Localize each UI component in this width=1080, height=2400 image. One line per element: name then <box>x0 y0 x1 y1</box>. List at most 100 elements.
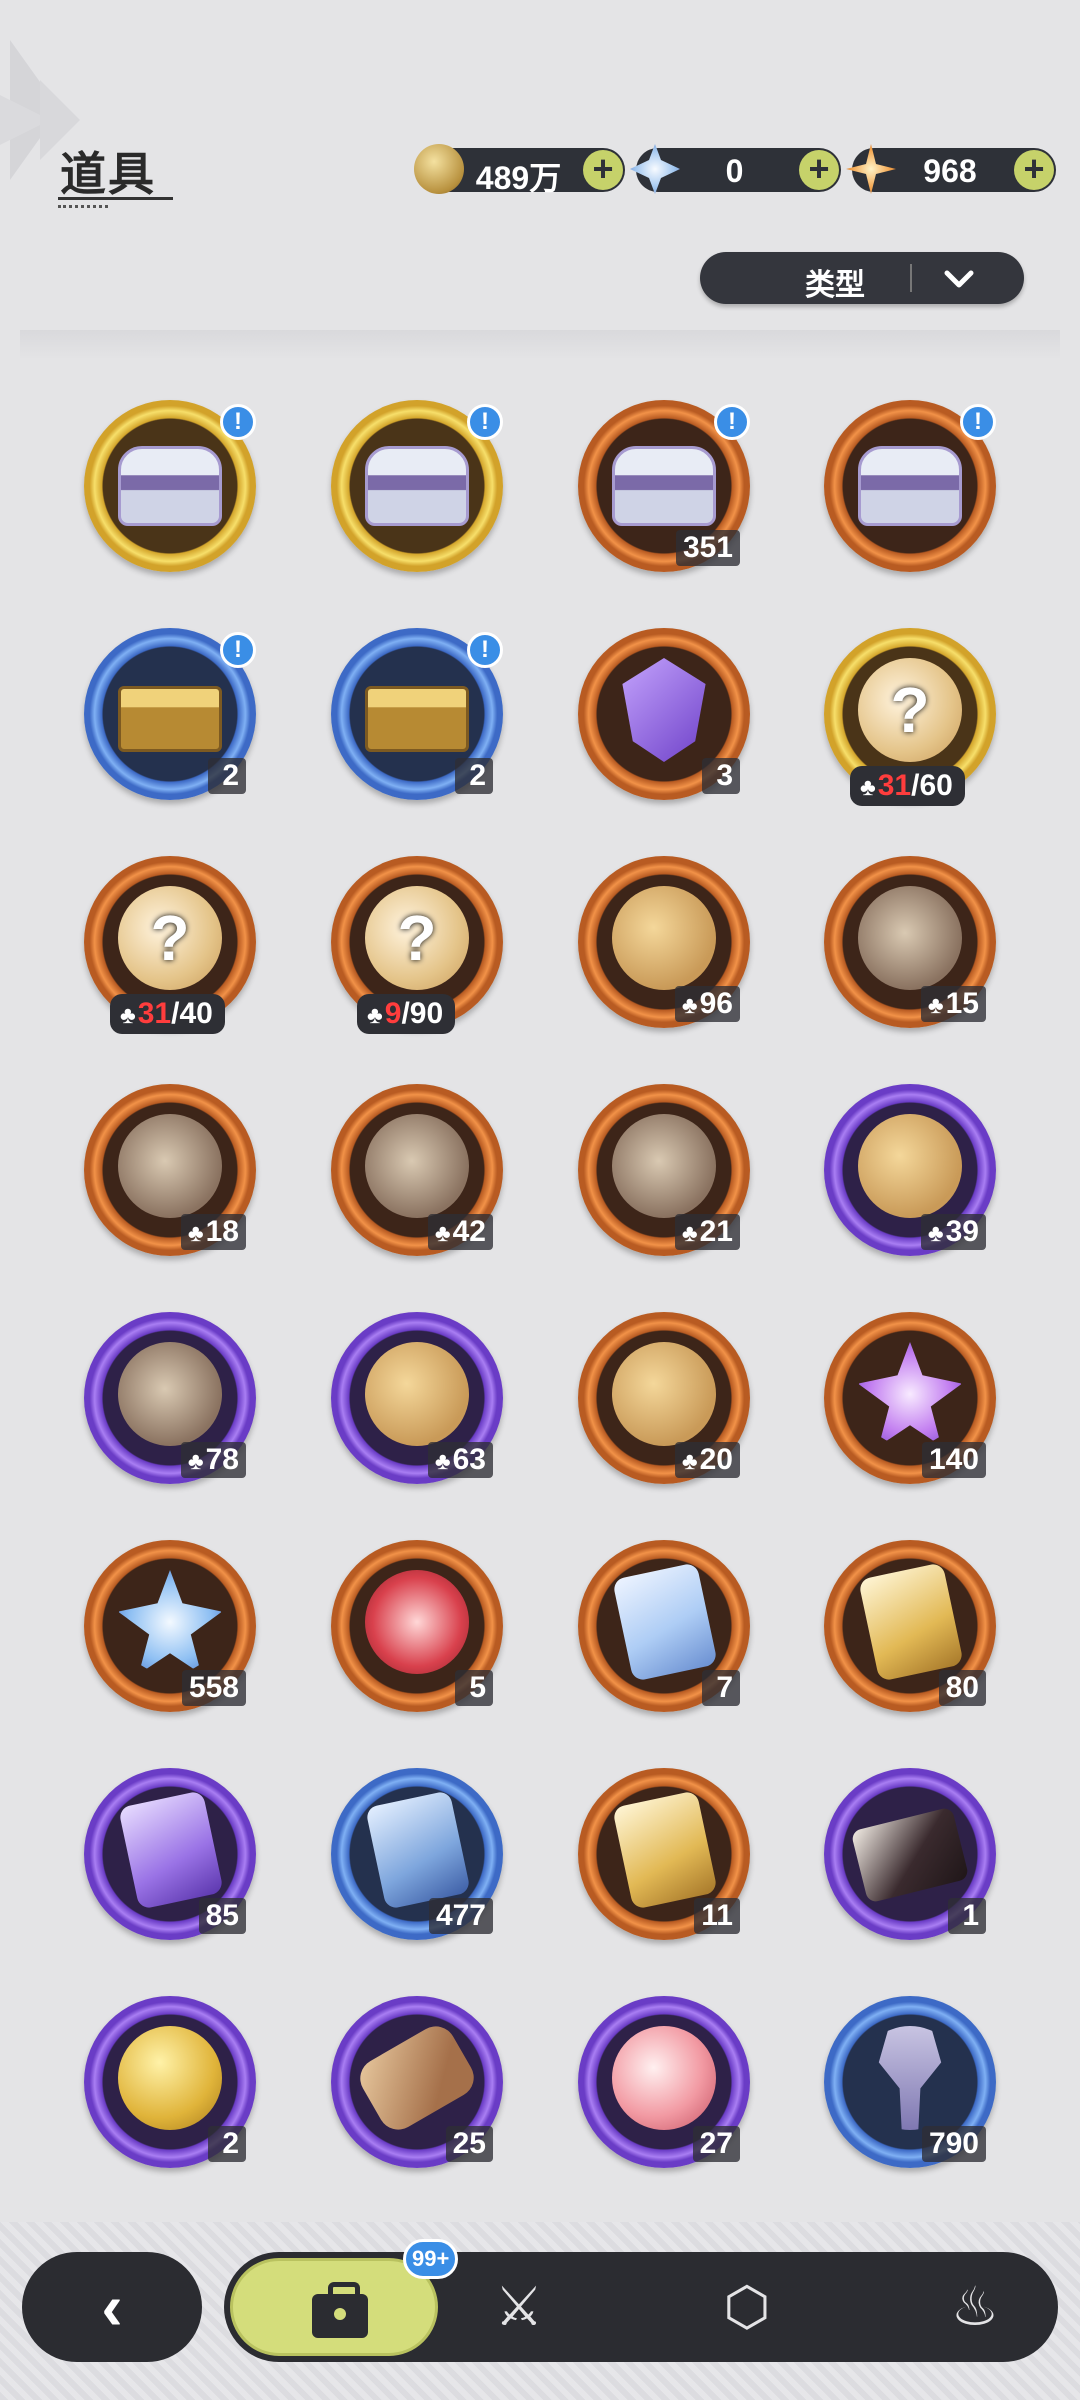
item-grid: !! 351!! 2! 2! 3? ♣31/60? ♣31/40? ♣9/90 ♣96 ♣15 ♣1… <box>0 0 1080 2220</box>
puzzle-piece-icon: ♣ <box>187 1448 204 1475</box>
puzzle-icon <box>612 1342 716 1446</box>
item-count-value: 85 <box>205 1899 239 1932</box>
puzzle-icon <box>612 886 716 990</box>
bottom-tab-bar: 99+ ⚔ ⬡ ♨ <box>224 2239 1058 2362</box>
item-count-value: 2 <box>469 759 486 792</box>
inventory-item[interactable]: ♣63 <box>331 1312 503 1484</box>
back-button[interactable]: ‹ <box>22 2252 202 2362</box>
item-count: 80 <box>938 1670 986 1706</box>
inventory-item[interactable]: 2! <box>331 628 503 800</box>
puzzle-piece-icon: ♣ <box>681 1448 698 1475</box>
item-count-value: 96 <box>699 987 733 1020</box>
inventory-item[interactable]: 3 <box>578 628 750 800</box>
item-count: 25 <box>445 2126 493 2162</box>
inventory-item[interactable]: 85 <box>84 1768 256 1940</box>
tab-equipment[interactable]: ⚔ <box>444 2252 594 2362</box>
inventory-item[interactable]: 7 <box>578 1540 750 1712</box>
inventory-item[interactable]: 11 <box>578 1768 750 1940</box>
item-count: 27 <box>692 2126 740 2162</box>
puzzle-piece-icon: ♣ <box>927 992 944 1019</box>
inventory-item[interactable]: ♣78 <box>84 1312 256 1484</box>
inventory-item[interactable]: ♣20 <box>578 1312 750 1484</box>
inventory-item[interactable]: ♣96 <box>578 856 750 1028</box>
inventory-item[interactable]: ! <box>84 400 256 572</box>
tab-bag[interactable]: 99+ <box>230 2239 459 2356</box>
tab-gems[interactable]: ⬡ <box>672 2252 822 2362</box>
item-count-value: 39 <box>945 1215 979 1248</box>
puzzle-piece-icon: ♣ <box>681 992 698 1019</box>
item-count-value: 3 <box>716 759 733 792</box>
new-item-alert-icon: ! <box>467 404 503 440</box>
item-count: ♣18 <box>180 1214 246 1250</box>
inventory-item[interactable]: ! <box>824 400 996 572</box>
inventory-item[interactable]: 140 <box>824 1312 996 1484</box>
mask-icon <box>118 1114 222 1218</box>
box-icon <box>365 686 469 752</box>
item-count-value: 20 <box>699 1443 733 1476</box>
shell-icon <box>118 2026 222 2130</box>
fragment-total: /90 <box>401 997 444 1030</box>
item-count: 790 <box>921 2126 986 2162</box>
puzzle-piece-icon: ♣ <box>367 1002 383 1029</box>
puzzle-piece-icon: ♣ <box>434 1220 451 1247</box>
item-count-value: 21 <box>699 1215 733 1248</box>
item-count: ♣42 <box>427 1214 493 1250</box>
item-count-value: 15 <box>945 987 979 1020</box>
item-count-value: 351 <box>682 531 733 564</box>
inventory-item[interactable]: 790 <box>824 1996 996 2168</box>
inventory-item[interactable]: ? ♣31/40 <box>84 856 256 1034</box>
inventory-item[interactable]: 351! <box>578 400 750 572</box>
inventory-item[interactable]: 25 <box>331 1996 503 2168</box>
item-count: 3 <box>702 758 740 794</box>
item-count: 1 <box>948 1898 986 1934</box>
puzzle-piece-icon: ♣ <box>681 1220 698 1247</box>
new-item-alert-icon: ! <box>714 404 750 440</box>
inventory-item[interactable]: 2 <box>84 1996 256 2168</box>
inventory-item[interactable]: ♣42 <box>331 1084 503 1256</box>
item-count: 2 <box>208 2126 246 2162</box>
item-count: 11 <box>694 1898 740 1934</box>
inventory-item[interactable]: 5 <box>331 1540 503 1712</box>
fragment-total: /60 <box>911 769 953 802</box>
item-count-value: 558 <box>188 1671 239 1704</box>
inventory-item[interactable]: ♣15 <box>824 856 996 1028</box>
inventory-item[interactable]: ! <box>331 400 503 572</box>
chest-icon <box>858 446 962 526</box>
inventory-item[interactable]: 2! <box>84 628 256 800</box>
item-count: ♣78 <box>180 1442 246 1478</box>
box-icon <box>118 686 222 752</box>
hexagon-icon: ⬡ <box>723 2277 771 2337</box>
item-count: ♣15 <box>920 986 986 1022</box>
fragment-progress: ♣9/90 <box>357 994 456 1034</box>
inventory-item[interactable]: 477 <box>331 1768 503 1940</box>
fragment-owned: 31 <box>137 997 172 1030</box>
puzzle-piece-icon: ♣ <box>927 1220 944 1247</box>
paw-icon <box>365 1570 469 1674</box>
item-count-value: 790 <box>928 2127 979 2160</box>
inventory-item[interactable]: ♣18 <box>84 1084 256 1256</box>
inventory-item[interactable]: 80 <box>824 1540 996 1712</box>
hat-sword-icon: ⚔ <box>494 2277 544 2337</box>
mask-icon <box>612 1114 716 1218</box>
mask-icon <box>365 1114 469 1218</box>
inventory-item[interactable]: ? ♣9/90 <box>331 856 503 1034</box>
item-count-value: 477 <box>435 1899 486 1932</box>
mask-icon <box>118 1342 222 1446</box>
inventory-item[interactable]: ? ♣31/60 <box>824 628 996 806</box>
inventory-item[interactable]: 27 <box>578 1996 750 2168</box>
inventory-item[interactable]: 558 <box>84 1540 256 1712</box>
tab-food[interactable]: ♨ <box>900 2252 1050 2362</box>
inventory-item[interactable]: 1 <box>824 1768 996 1940</box>
fragment-progress: ♣31/40 <box>110 994 225 1034</box>
item-count-value: 42 <box>452 1215 486 1248</box>
item-count-value: 63 <box>452 1443 486 1476</box>
item-count-value: 2 <box>222 759 239 792</box>
item-count-value: 80 <box>945 1671 979 1704</box>
inventory-item[interactable]: ♣21 <box>578 1084 750 1256</box>
item-count-value: 5 <box>469 1671 486 1704</box>
item-count: 7 <box>702 1670 740 1706</box>
fragment-total: /40 <box>171 997 213 1030</box>
inventory-item[interactable]: ♣39 <box>824 1084 996 1256</box>
item-count: 351 <box>675 530 740 566</box>
item-count: ♣39 <box>920 1214 986 1250</box>
